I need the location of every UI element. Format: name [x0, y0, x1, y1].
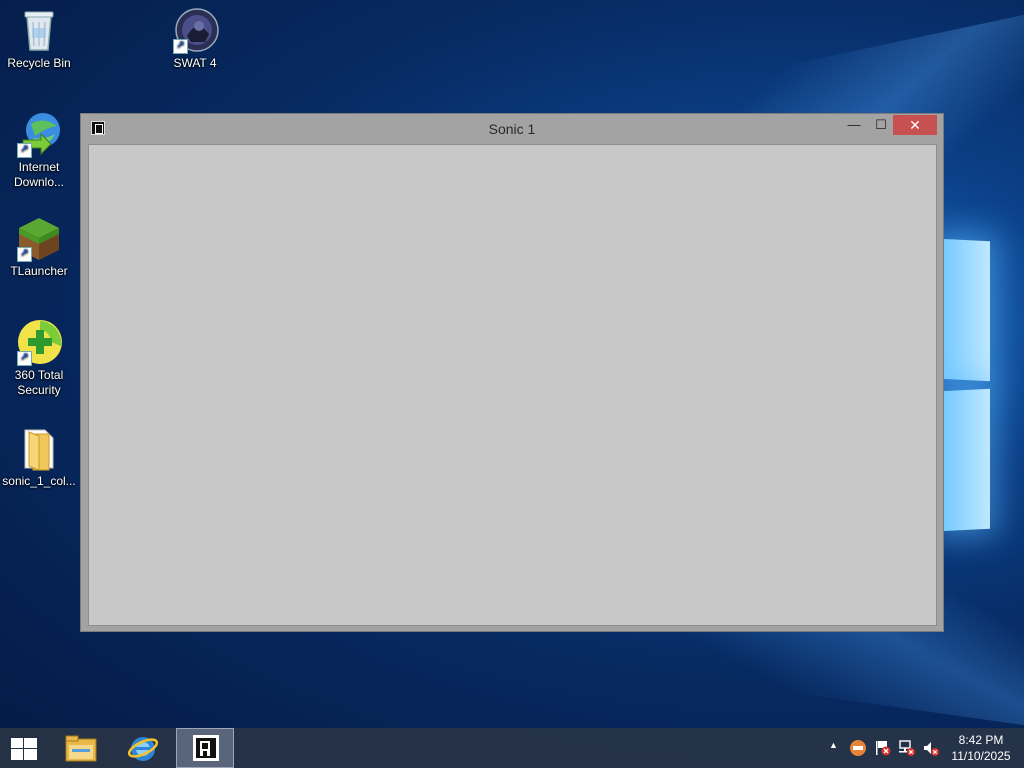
shortcut-arrow-icon: ↗	[173, 39, 188, 54]
internet-explorer-icon	[127, 737, 159, 761]
360-security-tray-icon[interactable]	[848, 728, 868, 768]
shortcut-arrow-icon: ↗	[17, 247, 32, 262]
folder-icon	[15, 424, 63, 472]
windows-start-icon	[11, 738, 37, 760]
recycle-bin-icon	[15, 6, 63, 54]
windows-logo-wallpaper	[940, 230, 1000, 532]
network-icon[interactable]	[896, 728, 918, 768]
taskbar-internet-explorer[interactable]	[116, 728, 172, 768]
shortcut-arrow-icon: ↗	[17, 143, 32, 158]
desktop-icon-recycle-bin[interactable]: Recycle Bin	[0, 6, 78, 71]
desktop-icon-label: SWAT 4	[173, 56, 217, 70]
desktop-icon-label: sonic_1_col...	[2, 474, 76, 488]
maximize-button[interactable]: ☐	[868, 115, 894, 135]
window-titlebar[interactable]: Sonic 1 — ☐ ✕	[81, 114, 943, 144]
desktop-icon-label: Internet Downlo...	[13, 160, 65, 189]
sonic-app-icon	[193, 735, 219, 761]
action-center-flag-icon[interactable]	[872, 728, 892, 768]
minimize-button[interactable]: —	[841, 115, 867, 135]
360-total-security-icon: ↗	[15, 318, 63, 366]
tlauncher-grass-block-icon: ↗	[15, 214, 63, 262]
taskbar-clock[interactable]: 8:42 PM 11/10/2025	[944, 732, 1018, 764]
desktop-icon-label: 360 Total Security	[14, 368, 64, 397]
show-hidden-icons-button[interactable]: ▲	[826, 728, 842, 768]
taskbar: ▲ 8:42 PM 11/10/2025	[0, 728, 1024, 768]
desktop-icon-tlauncher[interactable]: ↗ TLauncher	[0, 214, 78, 279]
taskbar-file-explorer[interactable]	[54, 728, 110, 768]
desktop-icon-360-total-security[interactable]: ↗ 360 Total Security	[0, 318, 78, 398]
desktop-icon-internet-download-manager[interactable]: ↗ Internet Downlo...	[0, 110, 78, 190]
clock-time: 8:42 PM	[958, 733, 1004, 747]
volume-muted-icon[interactable]	[920, 728, 942, 768]
clock-date: 11/10/2025	[951, 749, 1011, 763]
sonic-window[interactable]: Sonic 1 — ☐ ✕	[80, 113, 944, 632]
desktop-icon-swat4[interactable]: ↗ SWAT 4	[156, 6, 234, 71]
start-button[interactable]	[0, 728, 48, 768]
window-title: Sonic 1	[488, 121, 536, 137]
close-button[interactable]: ✕	[893, 115, 937, 135]
window-client-area[interactable]	[88, 144, 937, 626]
file-explorer-icon	[65, 735, 97, 762]
desktop-icon-label: Recycle Bin	[7, 56, 71, 70]
desktop-icon-label: TLauncher	[10, 264, 68, 278]
taskbar-sonic-app[interactable]	[176, 728, 234, 768]
internet-download-manager-icon: ↗	[15, 110, 63, 158]
desktop-icon-sonic-folder[interactable]: sonic_1_col...	[0, 424, 78, 489]
swat4-icon: ↗	[171, 6, 219, 54]
shortcut-arrow-icon: ↗	[17, 351, 32, 366]
